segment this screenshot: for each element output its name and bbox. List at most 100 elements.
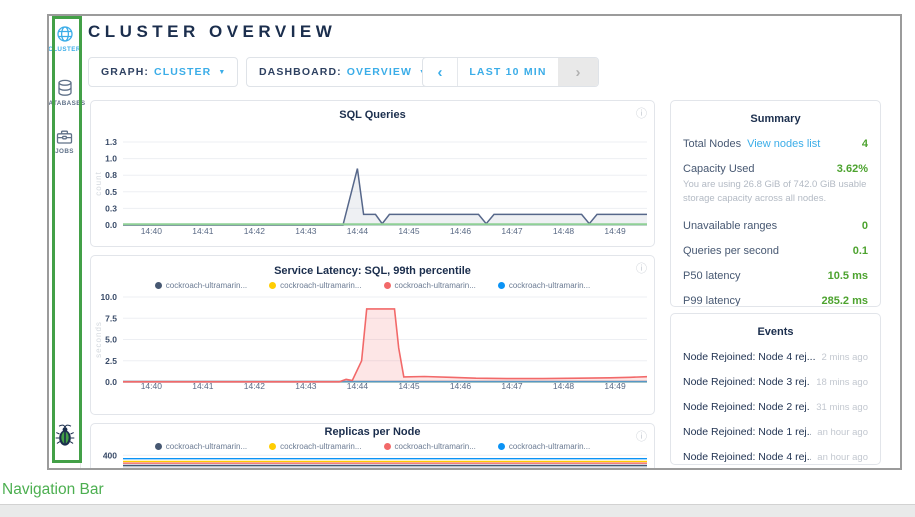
time-range-prev-button[interactable]: ‹ [423, 58, 458, 86]
event-name: Node Rejoined: Node 2 rej... [683, 401, 810, 413]
svg-text:0.3: 0.3 [105, 203, 117, 213]
series-dot [155, 443, 162, 450]
summary-label: Total Nodes [683, 138, 741, 150]
legend-item[interactable]: cockroach-ultramarin... [498, 280, 590, 291]
series-dot [269, 443, 276, 450]
series-dot [498, 443, 505, 450]
sql-queries-chart-card: SQL Queries ⓘ 0.00.30.50.81.01.3count14:… [90, 100, 655, 247]
caret-down-icon: ▼ [218, 69, 225, 76]
event-row: Node Rejoined: Node 3 rej... 18 mins ago [683, 376, 868, 388]
event-row: Node Rejoined: Node 4 rej... an hour ago [683, 451, 868, 463]
event-time: 31 mins ago [816, 402, 868, 413]
svg-text:10.0: 10.0 [100, 292, 117, 302]
legend-item[interactable]: cockroach-ultramarin... [269, 280, 361, 291]
bottom-strip [0, 504, 915, 517]
series-dot [269, 282, 276, 289]
svg-text:14:41: 14:41 [192, 226, 214, 236]
app-window: CLUSTER DATABASES [47, 14, 902, 470]
svg-text:14:43: 14:43 [295, 226, 317, 236]
event-row: Node Rejoined: Node 2 rej... 31 mins ago [683, 401, 868, 413]
summary-label: Capacity Used [683, 163, 755, 175]
svg-text:1.3: 1.3 [105, 137, 117, 147]
event-name: Node Rejoined: Node 4 rej... [683, 451, 811, 463]
legend-item[interactable]: cockroach-ultramarin... [384, 280, 476, 291]
event-time: 2 mins ago [822, 352, 868, 363]
legend-item[interactable]: cockroach-ultramarin... [155, 441, 247, 452]
graph-dropdown[interactable]: GRAPH: CLUSTER ▼ [88, 57, 238, 87]
svg-text:0.0: 0.0 [105, 377, 117, 387]
sidebar-item-jobs[interactable]: JOBS [49, 129, 80, 155]
view-nodes-list-link[interactable]: View nodes list [747, 138, 820, 150]
cockroachdb-logo[interactable] [54, 423, 75, 447]
svg-text:1.0: 1.0 [105, 154, 117, 164]
svg-text:14:44: 14:44 [347, 226, 369, 236]
sidebar-item-label: CLUSTER [48, 46, 81, 53]
svg-text:5.0: 5.0 [105, 335, 117, 345]
summary-value: 285.2 ms [822, 295, 868, 307]
series-dot [384, 443, 391, 450]
svg-text:7.5: 7.5 [105, 313, 117, 323]
sidebar-item-label: JOBS [55, 148, 74, 155]
sidebar-item-cluster[interactable]: CLUSTER [49, 25, 80, 53]
summary-title: Summary [671, 113, 880, 125]
dashboard-dropdown-value: OVERVIEW [347, 66, 412, 78]
events-panel: Events Node Rejoined: Node 4 rej... 2 mi… [670, 313, 881, 465]
svg-text:14:46: 14:46 [450, 226, 472, 236]
svg-text:14:45: 14:45 [398, 381, 420, 391]
sidebar-item-label: DATABASES [47, 100, 85, 107]
event-row: Node Rejoined: Node 1 rej... an hour ago [683, 426, 868, 438]
svg-text:400: 400 [103, 452, 117, 460]
time-range-value[interactable]: LAST 10 MIN [458, 58, 558, 86]
event-time: an hour ago [817, 427, 868, 438]
info-icon[interactable]: ⓘ [636, 260, 647, 276]
event-row: Node Rejoined: Node 4 rej... 2 mins ago [683, 351, 868, 363]
summary-label: Queries per second [683, 245, 779, 257]
svg-text:0.0: 0.0 [105, 220, 117, 230]
svg-text:14:44: 14:44 [347, 381, 369, 391]
svg-text:2.5: 2.5 [105, 356, 117, 366]
svg-text:14:48: 14:48 [553, 226, 575, 236]
svg-text:0.5: 0.5 [105, 187, 117, 197]
capacity-used-note: You are using 26.8 GiB of 742.0 GiB usab… [683, 178, 868, 207]
page-title: CLUSTER OVERVIEW [88, 22, 336, 42]
event-name: Node Rejoined: Node 1 rej... [683, 426, 811, 438]
dashboard-dropdown-label: DASHBOARD: [259, 66, 342, 78]
legend-item[interactable]: cockroach-ultramarin... [498, 441, 590, 452]
chart-legend: cockroach-ultramarin... cockroach-ultram… [91, 280, 654, 291]
svg-text:14:47: 14:47 [501, 381, 523, 391]
summary-value: 10.5 ms [828, 270, 868, 282]
replicas-per-node-plot: 40014:4014:4114:4214:4314:4414:4514:4614… [91, 452, 654, 470]
events-title: Events [671, 326, 880, 338]
svg-text:14:46: 14:46 [450, 381, 472, 391]
time-range-next-button[interactable]: › [558, 58, 598, 86]
dashboard-dropdown[interactable]: DASHBOARD: OVERVIEW ▼ [246, 57, 439, 87]
svg-text:14:49: 14:49 [604, 226, 626, 236]
briefcase-icon [56, 129, 73, 145]
legend-item[interactable]: cockroach-ultramarin... [155, 280, 247, 291]
series-dot [155, 282, 162, 289]
time-range-selector: ‹ LAST 10 MIN › [422, 57, 599, 87]
chart-legend: cockroach-ultramarin... cockroach-ultram… [91, 441, 654, 452]
sidebar-item-databases[interactable]: DATABASES [49, 79, 80, 107]
summary-row-p50-latency: P50 latency 10.5 ms [683, 270, 868, 282]
database-icon [57, 79, 73, 97]
summary-value: 4 [862, 138, 868, 150]
series-dot [498, 282, 505, 289]
graph-dropdown-label: GRAPH: [101, 66, 149, 78]
info-icon[interactable]: ⓘ [636, 105, 647, 121]
service-latency-plot: 0.02.55.07.510.0seconds14:4014:4114:4214… [91, 291, 654, 413]
info-icon[interactable]: ⓘ [636, 428, 647, 444]
replicas-per-node-chart-card: Replicas per Node ⓘ cockroach-ultramarin… [90, 423, 655, 470]
summary-label: P99 latency [683, 295, 740, 307]
legend-item[interactable]: cockroach-ultramarin... [269, 441, 361, 452]
svg-text:14:47: 14:47 [501, 226, 523, 236]
summary-row-capacity-used: Capacity Used 3.62% [683, 163, 868, 175]
svg-text:14:45: 14:45 [398, 226, 420, 236]
legend-item[interactable]: cockroach-ultramarin... [384, 441, 476, 452]
summary-value: 0 [862, 220, 868, 232]
graph-dropdown-value: CLUSTER [154, 66, 211, 78]
globe-icon [56, 25, 74, 43]
event-name: Node Rejoined: Node 4 rej... [683, 351, 816, 363]
event-time: an hour ago [817, 452, 868, 463]
sql-queries-plot: 0.00.30.50.81.01.3count14:4014:4114:4214… [91, 122, 654, 246]
